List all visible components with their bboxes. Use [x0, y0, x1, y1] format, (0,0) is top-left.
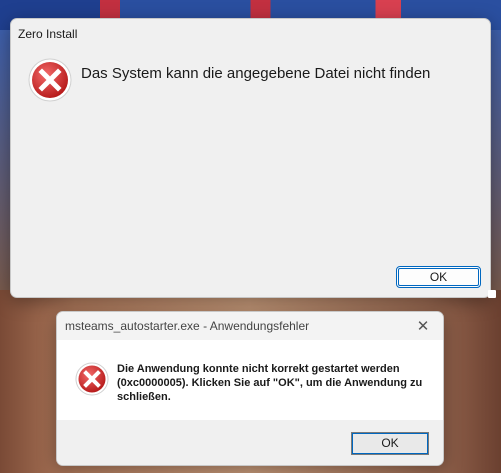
dialog-message: Die Anwendung konnte nicht korrekt gesta…: [117, 363, 423, 403]
ok-button[interactable]: OK: [396, 266, 481, 288]
titlebar: msteams_autostarter.exe - Anwendungsfehl…: [57, 312, 443, 340]
error-icon: [28, 58, 72, 102]
dialog-title: msteams_autostarter.exe - Anwendungsfehl…: [65, 319, 310, 333]
dialog-content: Die Anwendung konnte nicht korrekt gesta…: [57, 340, 443, 420]
close-icon[interactable]: ✕: [413, 316, 433, 336]
window-corner: [488, 290, 496, 298]
dialog-title: Zero Install: [18, 27, 78, 41]
error-icon: [75, 362, 109, 396]
dialog-message: Das System kann die angegebene Datei nic…: [81, 65, 431, 82]
zero-install-dialog: Zero Install Das System kann die angegeb…: [10, 18, 491, 298]
application-error-dialog: msteams_autostarter.exe - Anwendungsfehl…: [56, 311, 444, 466]
ok-button[interactable]: OK: [351, 432, 429, 455]
